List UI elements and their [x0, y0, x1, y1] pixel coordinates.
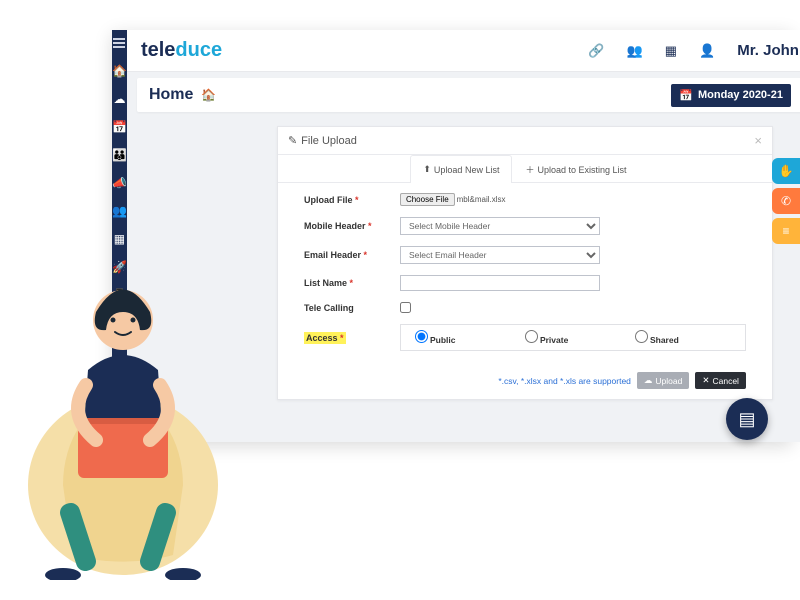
tele-calling-checkbox[interactable] — [400, 302, 411, 313]
calendar-icon: 📅 — [679, 89, 693, 102]
tele-calling-label: Tele Calling — [304, 303, 400, 313]
upload-file-label: Upload File * — [304, 195, 400, 205]
apps-icon[interactable]: ▦ — [665, 43, 677, 59]
upload-form: Upload File * Choose File mbl&mail.xlsx … — [278, 183, 772, 372]
megaphone-icon[interactable]: 📣 — [112, 176, 127, 190]
hamburger-icon[interactable] — [113, 38, 125, 48]
tab-upload-new[interactable]: ⬆Upload New List — [410, 155, 512, 183]
close-icon[interactable]: × — [754, 133, 762, 148]
list-name-label: List Name * — [304, 278, 400, 288]
upload-icon: ⬆ — [423, 164, 431, 175]
calendar-icon[interactable]: 📅 — [112, 120, 127, 134]
topbar: teleduce 🔗 👥 ▦ 👤 Mr. John — [127, 30, 800, 72]
edit-icon: ✎ — [288, 134, 297, 147]
date-badge[interactable]: 📅 Monday 2020-21 — [671, 84, 791, 107]
people-icon[interactable]: 👥 — [112, 204, 127, 218]
group-icon[interactable]: 👥 — [627, 43, 643, 59]
org-icon[interactable]: 👪 — [112, 148, 127, 162]
date-text: Monday 2020-21 — [698, 89, 783, 101]
home-icon[interactable]: 🏠 — [201, 88, 216, 102]
panel-title: File Upload — [301, 135, 357, 147]
tab-upload-existing[interactable]: ＋Upload to Existing List — [512, 155, 639, 183]
upload-button[interactable]: ☁ Upload — [637, 372, 689, 389]
breadcrumb-bar: Home 🏠 📅 Monday 2020-21 — [137, 78, 800, 112]
brand-logo: teleduce — [141, 39, 222, 62]
file-format-hint: *.csv, *.xlsx and *.xls are supported — [498, 376, 631, 386]
person-illustration — [8, 250, 238, 580]
file-upload-panel: ✎File Upload × ⬆Upload New List ＋Upload … — [277, 126, 773, 400]
access-shared[interactable]: Shared — [635, 330, 731, 345]
access-public[interactable]: Public — [415, 330, 511, 345]
chat-icon: ▤ — [738, 409, 755, 430]
fab-phone-icon[interactable]: ✆ — [772, 188, 800, 214]
tabs: ⬆Upload New List ＋Upload to Existing Lis… — [278, 155, 772, 183]
side-fab-column: ✋ ✆ ≡ — [772, 158, 800, 244]
brand-part1: tele — [141, 39, 175, 61]
access-private[interactable]: Private — [525, 330, 621, 345]
list-name-input[interactable] — [400, 275, 600, 291]
choose-file-button[interactable]: Choose File — [400, 193, 455, 206]
plus-icon: ＋ — [525, 163, 534, 176]
home-icon[interactable]: 🏠 — [112, 64, 127, 78]
fab-list-icon[interactable]: ≡ — [772, 218, 800, 244]
cloud-icon[interactable]: ☁ — [113, 92, 125, 106]
page-title: Home — [149, 86, 193, 104]
fab-comment-icon[interactable]: ✋ — [772, 158, 800, 184]
access-label: Access * — [304, 333, 400, 343]
chosen-file-name: mbl&mail.xlsx — [457, 195, 506, 204]
link-icon[interactable]: 🔗 — [588, 43, 604, 59]
user-icon[interactable]: 👤 — [699, 43, 715, 59]
email-header-select[interactable]: Select Email Header — [400, 246, 600, 264]
mobile-header-label: Mobile Header * — [304, 221, 400, 231]
cancel-button[interactable]: ✕ Cancel — [695, 372, 746, 389]
chat-bubble-button[interactable]: ▤ — [726, 398, 768, 440]
email-header-label: Email Header * — [304, 250, 400, 260]
mobile-header-select[interactable]: Select Mobile Header — [400, 217, 600, 235]
access-radio-group: Public Private Shared — [400, 324, 746, 351]
user-name[interactable]: Mr. John — [737, 42, 799, 59]
brand-part2: duce — [175, 39, 222, 61]
grid-icon[interactable]: ▦ — [114, 232, 125, 246]
